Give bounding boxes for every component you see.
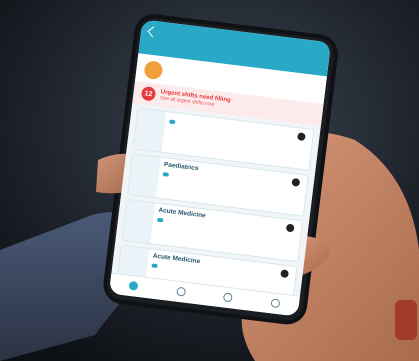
card-rate: [151, 263, 158, 269]
tab-icon: [270, 298, 281, 309]
info-icon: [280, 269, 290, 279]
info-icon: [296, 132, 306, 142]
card-rate: [162, 172, 170, 177]
card-rate: [169, 119, 176, 125]
home-icon: [128, 280, 139, 291]
urgent-count: 12: [140, 85, 157, 102]
card-slot: [169, 119, 287, 137]
card-details-button[interactable]: [281, 173, 308, 215]
card-details-button[interactable]: [287, 127, 314, 169]
card-rate: [156, 217, 164, 223]
info-icon: [285, 223, 295, 233]
back-icon[interactable]: [147, 26, 159, 38]
avatar: [143, 60, 164, 81]
phone-screen: 12 Urgent shifts need filling See all ur…: [108, 19, 332, 317]
card-details-button[interactable]: [275, 219, 302, 261]
info-icon: [291, 177, 301, 187]
tab-icon: [175, 286, 186, 297]
tab-icon: [223, 292, 234, 303]
